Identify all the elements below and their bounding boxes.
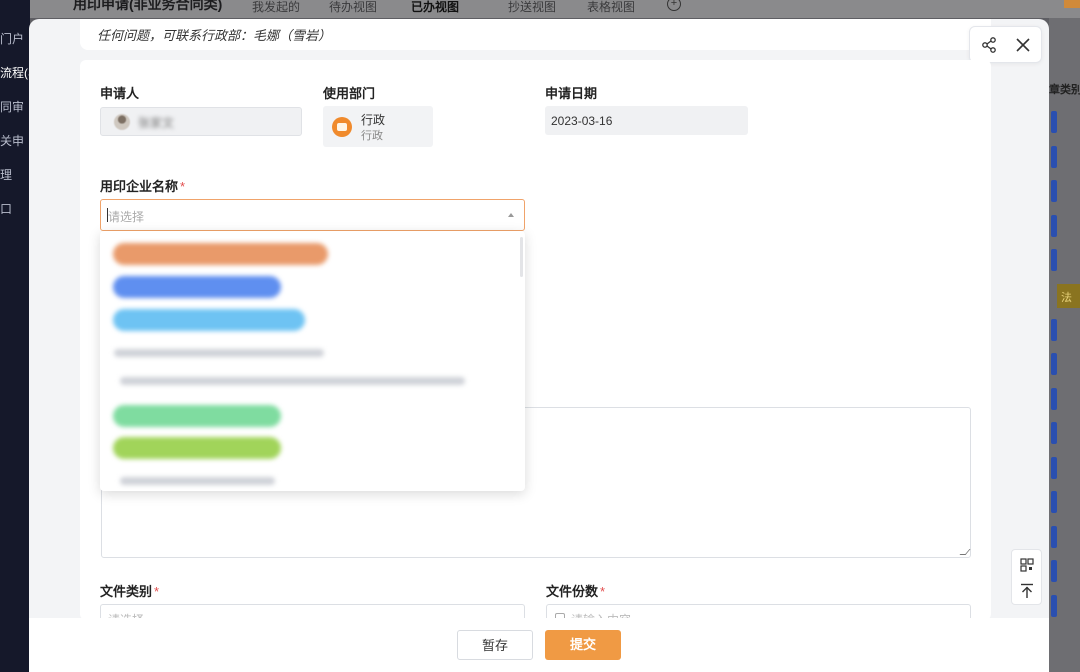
department-name: 行政 [361,113,386,127]
bg-row-marker [1051,319,1057,341]
bg-row-marker [1051,146,1057,168]
bg-sidebar-item: 关申 [0,134,25,148]
company-select[interactable]: 请选择 [100,199,525,231]
close-icon[interactable] [1014,36,1032,54]
bg-app-title: 用印申请(非业务合同类) [73,0,223,12]
bg-row-marker [1051,353,1057,375]
bg-row-marker [1051,111,1057,133]
bg-view-tab: 已办视图 [411,0,460,14]
bg-row-marker [1051,526,1057,548]
chevron-up-icon [508,213,514,217]
applicant-label: 申请人 [100,86,140,101]
bg-sidebar-item: 同审 [0,100,25,114]
doc-type-label-text: 文件类别 [100,584,153,599]
dropdown-scrollbar[interactable] [520,237,523,277]
doc-type-label: 文件类别 * [100,581,159,600]
dropdown-option[interactable] [114,349,324,357]
background-topbar: 用印申请(非业务合同类) 我发起的 待办视图 已办视图 抄送视图 表格视图 + [30,0,1080,18]
bg-row-marker [1051,422,1057,444]
save-draft-button[interactable]: 暂存 [457,630,533,660]
notice-bar: 任何问题，可联系行政部：毛娜（雪岩） [80,19,991,50]
company-dropdown [100,231,525,491]
required-mark: * [180,179,186,194]
bg-row-marker [1051,595,1057,617]
bg-view-tab: 我发起的 [252,0,301,14]
submit-button[interactable]: 提交 [545,630,621,660]
dropdown-option[interactable] [113,437,281,459]
bg-row-marker [1051,180,1057,202]
resize-handle-icon[interactable] [959,549,971,555]
bg-sidebar-item: 门户 [0,32,25,46]
dropdown-option[interactable] [120,477,275,485]
department-sub: 行政 [361,130,383,142]
doc-count-label-text: 文件份数 [546,584,599,599]
side-tools [1011,549,1042,605]
bg-status-tag: 法 [1057,284,1080,308]
department-label: 使用部门 [323,86,376,101]
bg-row-marker [1051,249,1057,271]
notice-text: 任何问题，可联系行政部：毛娜（雪岩） [97,28,332,43]
required-mark: * [154,584,160,599]
dropdown-option[interactable] [113,309,305,331]
modal-footer: 暂存 提交 [29,618,1049,672]
date-label: 申请日期 [545,86,598,101]
bg-row-marker [1051,215,1057,237]
bg-column-header: 章类别 [1049,84,1080,96]
doc-count-label: 文件份数 * [546,581,605,600]
bg-row-marker [1051,388,1057,410]
dropdown-option[interactable] [113,405,281,427]
modal-action-group [969,26,1042,63]
required-mark: * [600,584,606,599]
dropdown-option[interactable] [113,276,281,298]
back-to-top-icon[interactable] [1020,583,1034,599]
date-field: 2023-03-16 [545,106,748,135]
bg-view-tab: 抄送视图 [508,0,557,14]
company-label: 用印企业名称 * [100,176,185,195]
department-chip[interactable]: 行政 行政 [323,106,433,147]
form-modal: 任何问题，可联系行政部：毛娜（雪岩） 申请人 张家文 使用部门 行政 行政 申请… [29,19,1049,672]
applicant-name: 张家文 [138,116,175,130]
bg-sidebar-item: 口 [0,202,13,216]
bg-row-marker [1051,560,1057,582]
dropdown-option[interactable] [120,377,465,385]
bg-view-tab: 表格视图 [587,0,636,14]
bg-view-tab: 待办视图 [329,0,378,14]
avatar [114,114,130,130]
background-table-edge: 章类别 法 [1049,18,1080,672]
bg-primary-button [1064,0,1080,8]
qrcode-icon[interactable] [1020,558,1034,572]
background-sidebar: 门户 流程(非 同审 关申 理 口 [0,0,30,672]
company-label-text: 用印企业名称 [100,179,179,194]
share-icon[interactable] [980,36,998,54]
department-icon [332,117,352,137]
bg-add-view-icon: + [667,0,681,11]
bg-row-marker [1051,457,1057,479]
company-select-placeholder: 请选择 [108,210,145,224]
bg-row-marker [1051,491,1057,513]
dropdown-option[interactable] [113,243,328,265]
bg-sidebar-item: 流程(非 [0,66,30,80]
applicant-field: 张家文 [100,107,302,136]
bg-sidebar-item: 理 [0,168,13,182]
